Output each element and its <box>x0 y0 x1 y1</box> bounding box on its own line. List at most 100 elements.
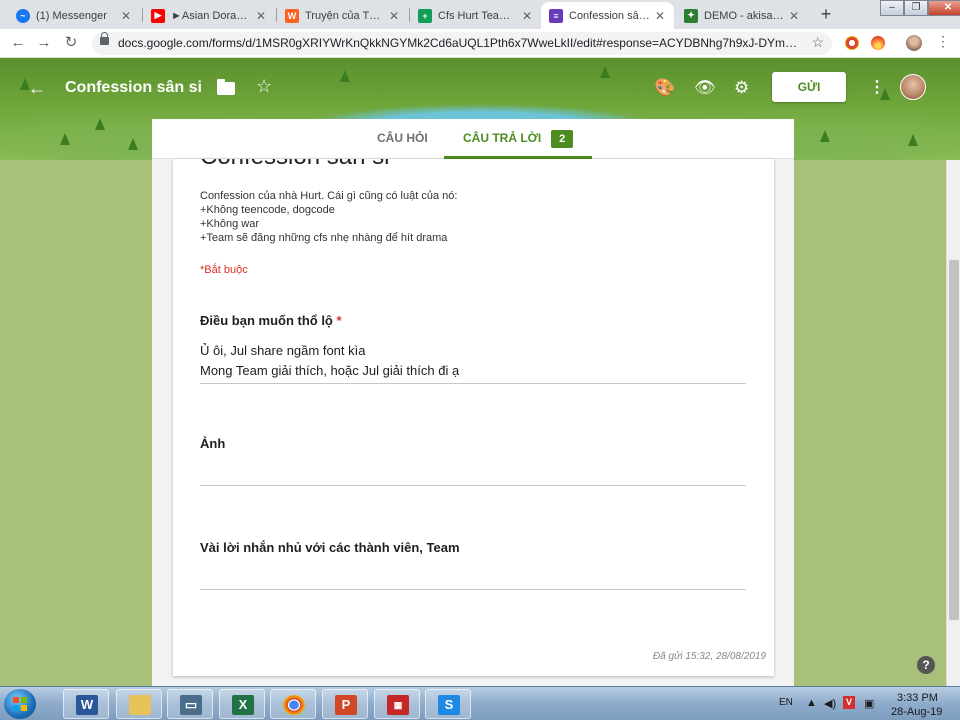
page-background-left <box>0 160 152 686</box>
browser-tab-asian-dorama[interactable]: ▶ ►Asian Dorama n ✕ <box>143 2 275 29</box>
language-indicator[interactable]: EN <box>779 697 793 708</box>
window-close-button[interactable]: ✕ <box>928 0 960 16</box>
required-note: *Bắt buộc <box>200 264 248 276</box>
windows-taskbar: W ▭ X P ▦ S EN ▲ ◀) V ▣ 3:33 PM 28-Aug-1… <box>0 686 960 720</box>
back-arrow-icon[interactable]: ← <box>8 33 28 53</box>
show-hidden-icons[interactable]: ▲ <box>806 697 817 709</box>
messenger-icon: ~ <box>16 8 30 23</box>
extension-icon[interactable] <box>845 36 859 50</box>
address-url[interactable]: docs.google.com/forms/d/1MSR0gXRIYWrKnQk… <box>118 36 798 50</box>
bookmark-star-icon[interactable]: ☆ <box>811 34 824 51</box>
close-icon[interactable]: ✕ <box>388 9 400 23</box>
minimize-button[interactable]: – <box>880 0 904 16</box>
computer-icon: ▭ <box>180 695 202 715</box>
tree-decoration <box>128 138 138 150</box>
forms-icon: ≡ <box>549 8 563 23</box>
window-controls: – ❐ ✕ <box>880 0 960 16</box>
send-button[interactable]: GỬI <box>772 72 846 102</box>
fire-extension-icon[interactable] <box>871 36 885 50</box>
word-icon: W <box>76 695 98 715</box>
powerpoint-icon: P <box>335 695 357 715</box>
tree-decoration <box>600 66 610 78</box>
question-title: Ảnh <box>200 436 226 451</box>
settings-gear-icon[interactable]: ⚙ <box>734 78 749 98</box>
sketch-icon: S <box>438 695 460 715</box>
palette-icon[interactable]: 🎨 <box>654 78 675 98</box>
question-title: Vài lời nhắn nhủ với các thành viên, Tea… <box>200 540 460 555</box>
answer-text: Ủ ôi, Jul share ngầm font kìa Mong Team … <box>200 341 746 384</box>
close-icon[interactable]: ✕ <box>120 9 132 23</box>
clock-date[interactable]: 28-Aug-19 <box>891 706 942 718</box>
browser-tab-wattpad[interactable]: W Truyện của Tôi - W ✕ <box>277 2 408 29</box>
browser-menu-icon[interactable]: ⋮ <box>936 33 950 50</box>
back-arrow-icon[interactable]: ← <box>28 78 46 99</box>
excel-icon: X <box>232 695 254 715</box>
browser-tab-forms-active[interactable]: ≡ Confession sân si ✕ <box>541 2 674 29</box>
browser-tab-demo[interactable]: ✦ DEMO - akisaman ✕ <box>676 2 808 29</box>
taskbar-chrome[interactable] <box>270 689 316 719</box>
browser-toolbar: ← → ↻ docs.google.com/forms/d/1MSR0gXRIY… <box>0 29 960 58</box>
submitted-timestamp: Đã gửi 15:32, 28/08/2019 <box>652 651 766 662</box>
tree-decoration <box>820 130 830 142</box>
page-background-right <box>794 160 946 686</box>
clock-time[interactable]: 3:33 PM <box>897 692 938 704</box>
close-icon[interactable]: ✕ <box>654 9 666 23</box>
forward-arrow-icon[interactable]: → <box>34 33 54 53</box>
close-icon[interactable]: ✕ <box>255 9 267 23</box>
profile-avatar[interactable] <box>906 35 922 51</box>
new-tab-button[interactable]: + <box>816 4 836 24</box>
taskbar-word[interactable]: W <box>63 689 109 719</box>
description-line: +Không teencode, dogcode <box>200 204 335 216</box>
antivirus-icon[interactable]: V <box>843 696 855 709</box>
network-icon[interactable]: ▣ <box>864 697 874 710</box>
browser-tab-strip: ~ (1) Messenger ✕ ▶ ►Asian Dorama n ✕ W … <box>0 0 960 29</box>
volume-icon[interactable]: ◀) <box>824 697 836 710</box>
question-title: Điều bạn muốn thổ lộ * <box>200 313 342 328</box>
empty-answer-line <box>200 485 746 486</box>
taskbar-network[interactable]: ▭ <box>167 689 213 719</box>
chrome-icon <box>283 695 305 715</box>
question-title-text: Điều bạn muốn thổ lộ <box>200 313 333 328</box>
start-button[interactable] <box>4 689 36 719</box>
form-name[interactable]: Confession sân si <box>65 79 202 97</box>
taskbar-sketch[interactable]: S <box>425 689 471 719</box>
sheets-icon: + <box>418 8 432 23</box>
wattpad-icon: W <box>285 8 299 23</box>
tree-decoration <box>95 118 105 130</box>
scrollbar-thumb[interactable] <box>949 260 959 620</box>
tab-responses-label: CÂU TRẢ LỜI <box>463 131 542 145</box>
more-options-icon[interactable]: ⋮ <box>869 77 885 97</box>
tab-responses[interactable]: CÂU TRẢ LỜI 2 <box>444 119 593 159</box>
taskbar-app[interactable]: ▦ <box>374 689 420 719</box>
description-line: Confession của nhà Hurt. Cái gì cũng có … <box>200 190 458 202</box>
taskbar-powerpoint[interactable]: P <box>322 689 368 719</box>
demo-icon: ✦ <box>684 8 698 23</box>
lock-icon <box>100 32 109 45</box>
reload-icon[interactable]: ↻ <box>61 33 81 53</box>
tree-decoration <box>908 134 918 146</box>
tab-questions[interactable]: CÂU HỎI <box>377 119 428 159</box>
preview-eye-icon[interactable]: 👁 <box>694 78 716 98</box>
avatar[interactable] <box>900 74 926 100</box>
youtube-icon: ▶ <box>151 8 165 23</box>
vertical-scrollbar[interactable] <box>946 160 960 686</box>
close-icon[interactable]: ✕ <box>521 9 533 23</box>
browser-tab-sheets[interactable]: + Cfs Hurt Team - G ✕ <box>410 2 541 29</box>
browser-tab-messenger[interactable]: ~ (1) Messenger ✕ <box>8 2 140 29</box>
folder-icon[interactable] <box>217 79 235 95</box>
address-bar[interactable]: docs.google.com/forms/d/1MSR0gXRIYWrKnQk… <box>92 32 832 55</box>
answer-line: Mong Team giải thích, hoặc Jul giải thíc… <box>200 363 460 378</box>
close-icon[interactable]: ✕ <box>788 9 800 23</box>
required-asterisk: * <box>336 313 342 328</box>
app-icon: ▦ <box>387 695 409 715</box>
response-card: Confession sân si Confession của nhà Hur… <box>173 159 774 676</box>
description-line: +Team sẽ đăng những cfs nhẹ nhàng để hít… <box>200 232 448 244</box>
folder-icon <box>129 695 151 715</box>
form-title: Confession sân si <box>200 159 389 171</box>
star-icon[interactable]: ☆ <box>256 76 272 97</box>
taskbar-excel[interactable]: X <box>219 689 265 719</box>
help-icon[interactable]: ? <box>917 656 935 674</box>
taskbar-explorer[interactable] <box>116 689 162 719</box>
answer-line: Ủ ôi, Jul share ngầm font kìa <box>200 343 366 358</box>
restore-button[interactable]: ❐ <box>904 0 928 16</box>
